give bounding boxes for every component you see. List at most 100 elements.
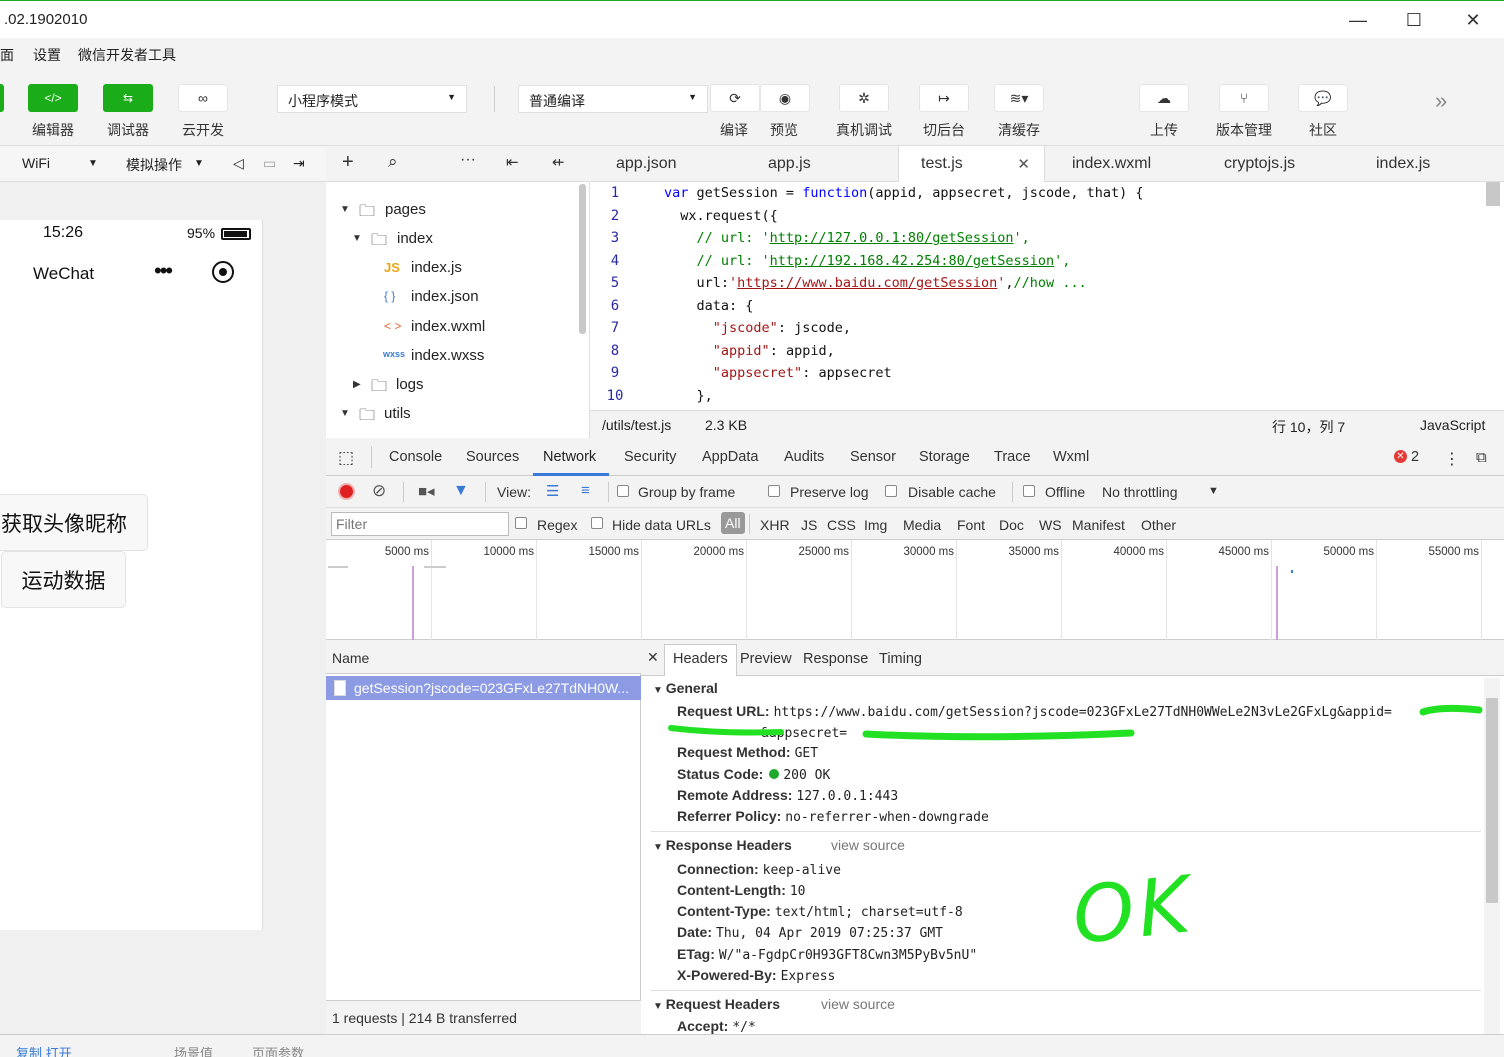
tab-index-js[interactable]: index.js [1376, 146, 1430, 182]
filter-icon[interactable]: ▼ [453, 482, 469, 500]
minimize-button[interactable]: — [1343, 7, 1373, 33]
editor-scrollbar[interactable] [1486, 182, 1500, 206]
tab-headers[interactable]: Headers [664, 644, 737, 676]
disable-cache-checkbox[interactable] [885, 485, 897, 497]
close-mini-icon[interactable] [212, 261, 234, 283]
inspect-icon[interactable]: ⬚ [338, 448, 354, 468]
menu-item-settings[interactable]: 设置 [33, 45, 61, 65]
compile-mode-select[interactable]: 普通编译 ▼ [518, 85, 708, 113]
debugger-button[interactable]: ⇆ [103, 84, 153, 112]
menu-item-devtools[interactable]: 微信开发者工具 [78, 45, 176, 65]
status-language[interactable]: JavaScript [1420, 417, 1485, 433]
expanded-arrow-icon[interactable]: ▼ [340, 408, 350, 419]
screen-icon[interactable]: ▭ [263, 155, 276, 172]
more-chevron-icon[interactable]: » [1435, 88, 1447, 114]
expanded-arrow-icon[interactable]: ▼ [340, 204, 350, 215]
details-scrollbar[interactable] [1484, 678, 1500, 1034]
tab-test-js[interactable]: test.js ✕ [898, 146, 1045, 183]
list-view-icon[interactable]: ☰ [546, 482, 559, 500]
name-column-header[interactable]: Name [326, 640, 641, 674]
more-dots-icon[interactable]: ••• [154, 258, 173, 284]
background-button[interactable]: ↦ [919, 84, 969, 112]
tree-item-pages[interactable]: pages [385, 201, 426, 218]
tab-preview[interactable]: Preview [740, 651, 792, 667]
search-icon[interactable]: ⌕ [388, 152, 398, 172]
type-filter-manifest[interactable]: Manifest [1072, 517, 1125, 533]
tree-item-logs[interactable]: logs [396, 376, 424, 393]
group-by-frame-checkbox[interactable] [617, 485, 629, 497]
type-filter-css[interactable]: CSS [827, 517, 856, 533]
menu-item-page[interactable]: 页面 [0, 45, 14, 65]
expanded-arrow-icon[interactable]: ▼ [352, 233, 362, 244]
tab-appdata[interactable]: AppData [702, 449, 758, 465]
preserve-log-checkbox[interactable] [768, 485, 780, 497]
network-timeline[interactable]: 5000 ms 10000 ms 15000 ms 20000 ms 25000… [326, 540, 1504, 640]
preview-button[interactable]: ◉ [760, 84, 810, 112]
maximize-button[interactable]: ☐ [1399, 7, 1429, 33]
tree-item-index-js[interactable]: index.js [411, 259, 462, 276]
sport-data-button[interactable]: 运动数据 [1, 551, 126, 608]
network-select[interactable]: WiFi [22, 155, 50, 171]
tab-sources[interactable]: Sources [466, 449, 519, 465]
type-filter-font[interactable]: Font [957, 517, 985, 533]
more-icon[interactable]: ··· [460, 151, 476, 169]
copy-open-link[interactable]: 复制 打开 [16, 1043, 72, 1057]
tree-item-index-wxml[interactable]: index.wxml [411, 318, 485, 335]
close-button[interactable]: ✕ [1458, 7, 1488, 33]
tree-item-index[interactable]: index [397, 230, 433, 247]
close-tab-icon[interactable]: ✕ [1017, 155, 1030, 173]
add-icon[interactable]: + [342, 151, 354, 174]
tab-security[interactable]: Security [624, 449, 676, 465]
tab-audits[interactable]: Audits [784, 449, 824, 465]
tab-network[interactable]: Network [543, 449, 596, 465]
type-filter-all[interactable]: All [721, 512, 745, 534]
cloud-button[interactable]: ∞ [178, 84, 228, 112]
waterfall-view-icon[interactable]: ≡ [581, 482, 590, 499]
code-editor[interactable]: 1 2 3 4 5 6 7 8 9 10 var getSession = fu… [590, 182, 1504, 410]
detach-icon[interactable]: ⇥ [293, 155, 305, 172]
compile-button[interactable]: ⟳ [710, 84, 760, 112]
tab-wxml[interactable]: Wxml [1053, 449, 1089, 465]
clear-cache-button[interactable]: ≋▾ [994, 84, 1044, 112]
type-filter-doc[interactable]: Doc [999, 517, 1024, 533]
get-avatar-button[interactable]: 获取头像昵称 [0, 494, 148, 551]
type-filter-other[interactable]: Other [1141, 517, 1176, 533]
type-filter-img[interactable]: Img [864, 517, 887, 533]
version-button[interactable]: ⑂ [1219, 84, 1269, 112]
tab-timing[interactable]: Timing [879, 651, 922, 667]
collapsed-arrow-icon[interactable]: ▶ [353, 379, 361, 390]
status-position[interactable]: 行 10，列 7 [1272, 417, 1345, 437]
layout-icon[interactable]: ⇷ [552, 153, 565, 171]
tab-console[interactable]: Console [389, 449, 442, 465]
scrollbar-thumb[interactable] [1486, 698, 1498, 903]
simulator-toggle[interactable] [0, 84, 4, 112]
regex-checkbox[interactable] [515, 517, 527, 529]
request-row[interactable]: getSession?jscode=023GFxLe27TdNH0W... [326, 676, 641, 700]
volume-icon[interactable]: ◁ [233, 155, 244, 172]
scene-label[interactable]: 场景值 [174, 1043, 213, 1057]
type-filter-xhr[interactable]: XHR [760, 517, 790, 533]
simulate-select[interactable]: 模拟操作 [126, 155, 182, 175]
tree-scrollbar[interactable] [579, 184, 586, 334]
record-icon[interactable] [338, 483, 355, 500]
tab-app-json[interactable]: app.json [616, 146, 677, 182]
tree-item-utils[interactable]: utils [384, 405, 411, 422]
community-button[interactable]: 💬 [1298, 84, 1348, 112]
section-request-headers[interactable]: ▼ Request Headers [653, 996, 780, 1012]
section-general[interactable]: ▼ General [653, 680, 718, 696]
kebab-menu-icon[interactable]: ⋮ [1444, 449, 1460, 469]
type-filter-js[interactable]: JS [801, 517, 817, 533]
camera-icon[interactable]: ■◂ [418, 482, 435, 500]
tab-storage[interactable]: Storage [919, 449, 970, 465]
filter-input[interactable] [331, 512, 509, 536]
tab-sensor[interactable]: Sensor [850, 449, 896, 465]
type-filter-media[interactable]: Media [903, 517, 941, 533]
mode-select[interactable]: 小程序模式 ▼ [277, 85, 467, 113]
dock-icon[interactable]: ⧉ [1476, 449, 1487, 466]
type-filter-ws[interactable]: WS [1039, 517, 1062, 533]
clear-icon[interactable]: ⊘ [372, 481, 386, 501]
tree-item-index-wxss[interactable]: index.wxss [411, 347, 484, 364]
view-source-link[interactable]: view source [831, 837, 905, 853]
error-count[interactable]: 2 [1411, 449, 1419, 465]
params-label[interactable]: 页面参数 [252, 1043, 304, 1057]
